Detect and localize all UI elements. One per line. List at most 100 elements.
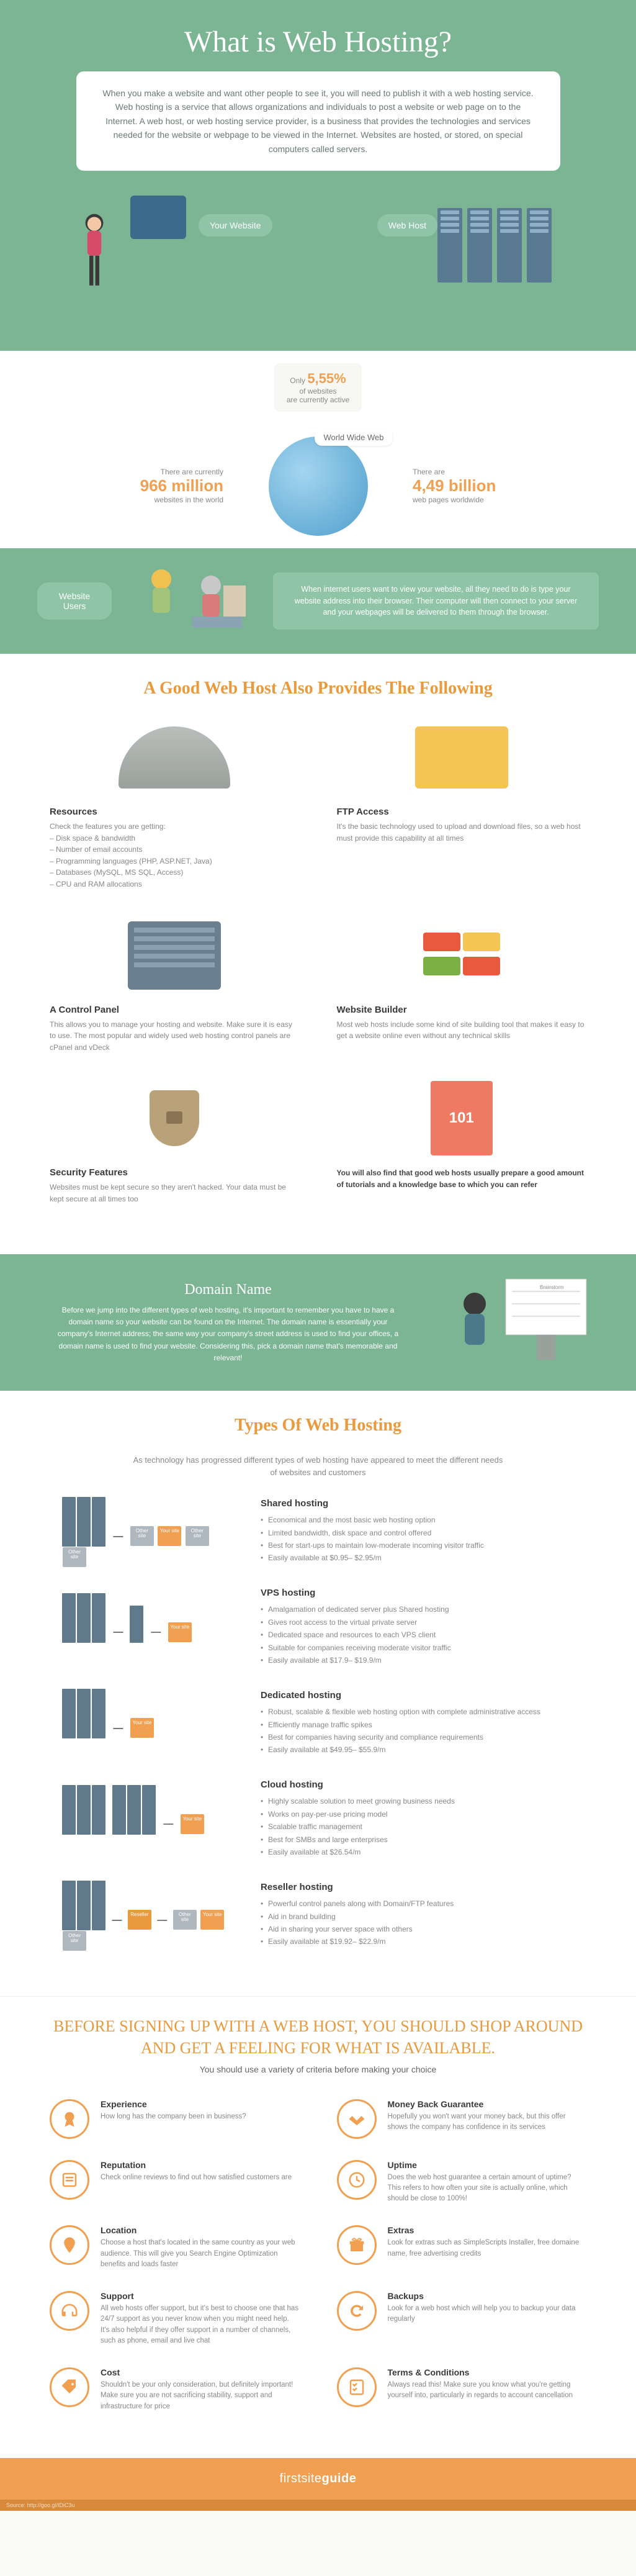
- box-other: Other site: [63, 1931, 86, 1951]
- type-vps: — — Your site VPS hosting Amalgamation o…: [62, 1588, 574, 1666]
- type-heading: VPS hosting: [261, 1588, 574, 1598]
- crit-body: Shouldn't be your only consideration, bu…: [101, 2380, 300, 2412]
- website-users-label: Website Users: [37, 582, 112, 620]
- percent-sub1: of websites: [299, 387, 336, 395]
- crit-experience: Experience How long has the company been …: [50, 2099, 300, 2139]
- feat-heading: Website Builder: [337, 1005, 587, 1015]
- pages-lead: There are: [413, 468, 599, 476]
- server-racks-illustration: [437, 208, 562, 320]
- bullet: Best for companies having security and c…: [261, 1731, 574, 1743]
- whiteboard-illustration: Brainstorm: [437, 1273, 599, 1372]
- feat-body: Check the features you are getting:: [50, 821, 300, 833]
- crit-heading: Support: [101, 2291, 300, 2301]
- www-label: World Wide Web: [315, 429, 392, 446]
- crit-body: Hopefully you won't want your money back…: [388, 2112, 587, 2133]
- before-title: BEFORE SIGNING UP WITH A WEB HOST, YOU S…: [37, 2015, 599, 2059]
- world-stats-row: There are currently 966 million websites…: [37, 424, 599, 548]
- feat-knowledge-base: 101 You will also find that good web hos…: [337, 1078, 587, 1204]
- bullet: Suitable for companies receiving moderat…: [261, 1642, 574, 1654]
- criteria-grid: Experience How long has the company been …: [0, 2081, 636, 2458]
- crit-heading: Uptime: [388, 2160, 587, 2170]
- crit-body: How long has the company been in busines…: [101, 2112, 246, 2122]
- hero-intro-box: When you make a website and want other p…: [76, 71, 560, 171]
- box-you: Your site: [158, 1526, 181, 1546]
- shared-illustration: — Other site Your site Other site Other …: [62, 1497, 236, 1565]
- headset-icon: [50, 2291, 89, 2331]
- refresh-icon: [337, 2291, 377, 2331]
- feat-body: Websites must be kept secure so they are…: [50, 1182, 300, 1204]
- bullet: Easily available at $0.95– $2.95/m: [261, 1552, 574, 1564]
- forklift-icon: [415, 726, 508, 789]
- hosting-types-section: As technology has progressed different t…: [0, 1454, 636, 1996]
- globe-container: World Wide Web: [269, 436, 368, 536]
- feat-security: Security Features Websites must be kept …: [50, 1078, 300, 1204]
- crit-body: Look for extras such as SimpleScripts In…: [388, 2238, 587, 2259]
- websites-count-box: There are currently 966 million websites…: [37, 468, 223, 504]
- bullet: Aid in brand building: [261, 1910, 574, 1923]
- type-heading: Shared hosting: [261, 1498, 574, 1509]
- box-other: Other site: [173, 1910, 197, 1930]
- types-title: Types Of Web Hosting: [0, 1391, 636, 1454]
- bullet: Works on pay-per-use pricing model: [261, 1808, 574, 1820]
- percent-sub2: are currently active: [287, 395, 349, 404]
- before-sub: You should use a variety of criteria bef…: [37, 2064, 599, 2074]
- crit-body: Look for a web host which will help you …: [388, 2303, 587, 2325]
- clock-icon: [337, 2160, 377, 2200]
- pages-count-box: There are 4,49 billion web pages worldwi…: [413, 468, 599, 504]
- bullet: Easily available at $17.9– $19.9/m: [261, 1654, 574, 1666]
- book-icon: 101: [431, 1081, 493, 1155]
- feat-body: You will also find that good web hosts u…: [337, 1167, 587, 1190]
- control-panel-icon: [128, 921, 221, 990]
- crit-heading: Location: [101, 2225, 300, 2235]
- box-reseller: Reseller: [128, 1910, 151, 1930]
- crit-reputation: ReputationCheck online reviews to find o…: [50, 2160, 300, 2205]
- svg-text:Brainstorm: Brainstorm: [540, 1285, 564, 1290]
- bullet: Scalable traffic management: [261, 1820, 574, 1833]
- crit-body: Check online reviews to find out how sat…: [101, 2172, 292, 2183]
- box-other: Other site: [186, 1526, 209, 1546]
- bullet: Economical and the most basic web hostin…: [261, 1514, 574, 1526]
- hero-section: What is Web Hosting? When you make a web…: [0, 0, 636, 351]
- crit-heading: Cost: [101, 2367, 300, 2377]
- feat-heading: Security Features: [50, 1167, 300, 1178]
- box-other: Other site: [63, 1547, 86, 1567]
- crit-money-back: Money Back Guarantee Hopefully you won't …: [337, 2099, 587, 2139]
- types-intro: As technology has progressed different t…: [132, 1454, 504, 1478]
- handshake-icon: [337, 2099, 377, 2139]
- box-you: Your site: [130, 1718, 154, 1738]
- pages-sub: web pages worldwide: [413, 495, 599, 504]
- bullet: – Disk space & bandwidth: [50, 833, 300, 844]
- type-shared: — Other site Your site Other site Other …: [62, 1497, 574, 1565]
- users-band: Website Users When internet users want t…: [0, 548, 636, 654]
- tag-icon: [50, 2367, 89, 2407]
- domain-name-band: Domain Name Before we jump into the diff…: [0, 1254, 636, 1391]
- source-line: Source: http://goo.gl/IDiC3u: [0, 2500, 636, 2511]
- before-signing-intro: BEFORE SIGNING UP WITH A WEB HOST, YOU S…: [0, 1996, 636, 2080]
- type-heading: Dedicated hosting: [261, 1690, 574, 1701]
- crit-heading: Money Back Guarantee: [388, 2099, 587, 2109]
- crit-backups: BackupsLook for a web host which will he…: [337, 2291, 587, 2346]
- bullet: Highly scalable solution to meet growing…: [261, 1795, 574, 1807]
- good-host-title: A Good Web Host Also Provides The Follow…: [0, 654, 636, 717]
- websites-number: 966 million: [37, 476, 223, 495]
- lock-icon: [166, 1111, 182, 1124]
- websites-sub: websites in the world: [37, 495, 223, 504]
- only-text: Only: [290, 376, 305, 385]
- feat-heading: Resources: [50, 807, 300, 817]
- person-with-monitor-illustration: [74, 189, 186, 326]
- feat-ftp: FTP Access It's the basic technology use…: [337, 717, 587, 890]
- crit-body: Choose a host that's located in the same…: [101, 2238, 300, 2270]
- box-other: Other site: [130, 1526, 154, 1546]
- bullet: Easily available at $49.95– $55.9/m: [261, 1743, 574, 1756]
- brand-bold: guide: [322, 2472, 357, 2485]
- shield-icon: [150, 1090, 199, 1146]
- your-website-label: Your Website: [199, 214, 272, 237]
- feat-body: This allows you to manage your hosting a…: [50, 1019, 300, 1054]
- crit-heading: Experience: [101, 2099, 246, 2109]
- crit-extras: ExtrasLook for extras such as SimpleScri…: [337, 2225, 587, 2270]
- bullet: Powerful control panels along with Domai…: [261, 1897, 574, 1910]
- domain-title: Domain Name: [37, 1281, 419, 1298]
- bullet: Limited bandwidth, disk space and contro…: [261, 1527, 574, 1539]
- bullet: Best for SMBs and large enterprises: [261, 1833, 574, 1846]
- crit-support: SupportAll web hosts offer support, but …: [50, 2291, 300, 2346]
